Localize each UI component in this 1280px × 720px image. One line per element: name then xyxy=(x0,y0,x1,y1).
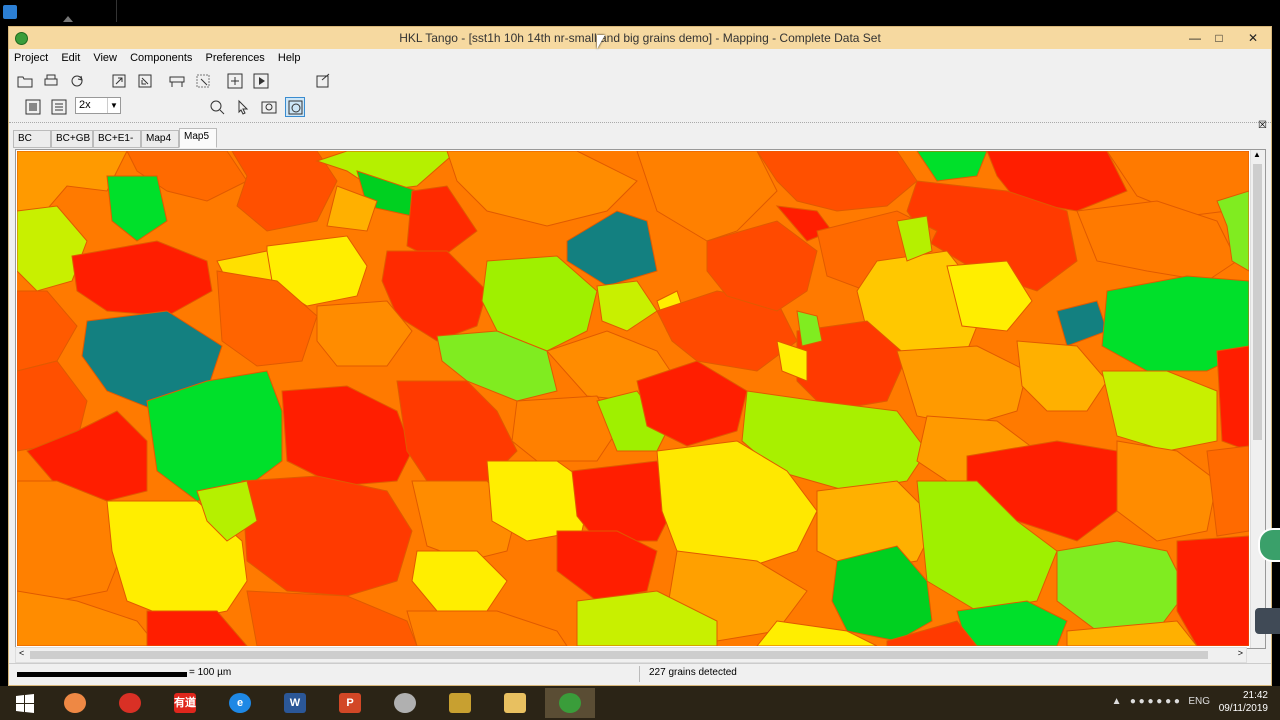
close-button[interactable]: ✕ xyxy=(1241,29,1265,47)
powerpoint-icon: P xyxy=(339,693,361,713)
export-map-icon[interactable] xyxy=(109,71,129,91)
title-bar: HKL Tango - [sst1h 10h 14th nr-small and… xyxy=(9,27,1271,49)
taskbar-hkl-tango[interactable] xyxy=(545,688,595,718)
status-bar: = 100 µm 227 grains detected xyxy=(9,663,1271,684)
taskbar-powerpoint[interactable]: P xyxy=(325,688,375,718)
app-multicolor-icon xyxy=(64,693,86,713)
menu-components[interactable]: Components xyxy=(125,49,197,67)
vertical-scrollbar[interactable]: ▲ xyxy=(1250,150,1265,648)
grain xyxy=(1216,345,1249,452)
open-folder-icon[interactable] xyxy=(15,71,35,91)
chrome-icon xyxy=(119,693,141,713)
mouse-cursor xyxy=(597,35,605,49)
scroll-up-icon[interactable]: ▲ xyxy=(1253,150,1261,159)
taskbar-hkl-data[interactable] xyxy=(435,688,485,718)
area-select-icon[interactable] xyxy=(259,97,279,117)
menu-bar: Project Edit View Components Preferences… xyxy=(9,49,1271,68)
data-app-icon xyxy=(449,693,471,713)
clock[interactable]: 21:42 09/11/2019 xyxy=(1219,689,1268,715)
clock-time: 21:42 xyxy=(1242,690,1268,701)
scissors-icon xyxy=(394,693,416,713)
youdao-icon: 有道 xyxy=(174,693,196,713)
side-widget-icon[interactable] xyxy=(1258,528,1280,562)
properties-icon[interactable] xyxy=(313,71,333,91)
close-panel-icon[interactable]: ☒ xyxy=(1258,120,1267,131)
scale-label: = 100 µm xyxy=(189,667,232,678)
zoom-tool-icon[interactable] xyxy=(207,97,227,117)
grain-map[interactable] xyxy=(17,151,1249,646)
window-title: HKL Tango - [sst1h 10h 14th nr-small and… xyxy=(399,31,881,45)
taskbar-app-multicolor[interactable] xyxy=(50,688,100,718)
tab-bc-e1-3[interactable]: BC+E1-3 xyxy=(93,130,141,160)
view-toolbar: 2x ▼ xyxy=(9,95,1271,119)
print-icon[interactable] xyxy=(41,71,61,91)
taskbar-internet-explorer[interactable]: e xyxy=(215,688,265,718)
zoom-value: 2x xyxy=(79,99,91,111)
taskbar: 有道 e W P ▲ ● ● ● ● ● ● ENG 21:42 09/11/2… xyxy=(0,686,1280,720)
teamviewer-icon[interactable] xyxy=(3,5,17,19)
select-region-icon[interactable] xyxy=(193,71,213,91)
import-map-icon[interactable] xyxy=(135,71,155,91)
play-icon[interactable] xyxy=(251,71,271,91)
tab-bc[interactable]: BC xyxy=(13,130,51,148)
fit-window-icon[interactable] xyxy=(23,97,43,117)
grain-select-icon[interactable] xyxy=(285,97,305,117)
toolbar-separator xyxy=(9,122,1271,126)
menu-help[interactable]: Help xyxy=(273,49,306,67)
scroll-right-icon[interactable]: > xyxy=(1238,648,1243,658)
taskbar-chrome[interactable] xyxy=(105,688,155,718)
menu-project[interactable]: Project xyxy=(9,49,53,67)
tray-icons[interactable]: ● ● ● ● ● ● xyxy=(1130,696,1180,707)
tab-map5[interactable]: Map5 xyxy=(179,128,217,148)
status-divider xyxy=(639,666,640,682)
horizontal-scrollbar[interactable]: < > xyxy=(15,647,1247,663)
windows-icon xyxy=(14,693,36,713)
taskbar-file-explorer[interactable] xyxy=(490,688,540,718)
tab-map4[interactable]: Map4 xyxy=(141,130,179,148)
pointer-tool-icon[interactable] xyxy=(233,97,253,117)
scale-bar xyxy=(17,672,187,677)
up-arrow-icon[interactable] xyxy=(63,16,73,22)
horizontal-scroll-thumb[interactable] xyxy=(30,651,1208,659)
vertical-scroll-thumb[interactable] xyxy=(1253,164,1262,440)
scroll-left-icon[interactable]: < xyxy=(19,648,24,658)
chevron-down-icon: ▼ xyxy=(107,98,120,113)
map-panel: ▲ xyxy=(15,149,1266,649)
taskbar-snipping-tool[interactable] xyxy=(380,688,430,718)
main-toolbar xyxy=(9,69,1271,93)
grains-detected: 227 grains detected xyxy=(649,667,737,678)
language-indicator[interactable]: ENG xyxy=(1188,696,1210,707)
channel-icon[interactable] xyxy=(167,71,187,91)
side-panel-button[interactable] xyxy=(1255,608,1280,634)
actual-size-icon[interactable] xyxy=(49,97,69,117)
taskbar-youdao[interactable]: 有道 xyxy=(160,688,210,718)
grain xyxy=(1176,535,1249,646)
menu-preferences[interactable]: Preferences xyxy=(201,49,270,67)
zoom-select[interactable]: 2x ▼ xyxy=(75,97,121,114)
word-icon: W xyxy=(284,693,306,713)
internet-explorer-icon: e xyxy=(229,693,251,713)
tray-up-arrow-icon[interactable]: ▲ xyxy=(1112,696,1122,707)
menu-view[interactable]: View xyxy=(88,49,122,67)
hkl-tango-icon xyxy=(559,693,581,713)
start-button[interactable] xyxy=(0,688,50,718)
grain-detect-icon[interactable] xyxy=(225,71,245,91)
system-tray: ▲ ● ● ● ● ● ● ENG xyxy=(1112,696,1210,707)
menu-edit[interactable]: Edit xyxy=(56,49,85,67)
taskbar-word[interactable]: W xyxy=(270,688,320,718)
maximize-button[interactable]: □ xyxy=(1207,29,1231,47)
refresh-icon[interactable] xyxy=(67,71,87,91)
hkl-tango-window: HKL Tango - [sst1h 10h 14th nr-small and… xyxy=(8,26,1272,686)
minimize-button[interactable]: — xyxy=(1183,29,1207,47)
folder-icon xyxy=(504,693,526,713)
clock-date: 09/11/2019 xyxy=(1218,703,1268,714)
tab-bc-gb[interactable]: BC+GB xyxy=(51,130,93,148)
top-strip xyxy=(0,0,1280,26)
